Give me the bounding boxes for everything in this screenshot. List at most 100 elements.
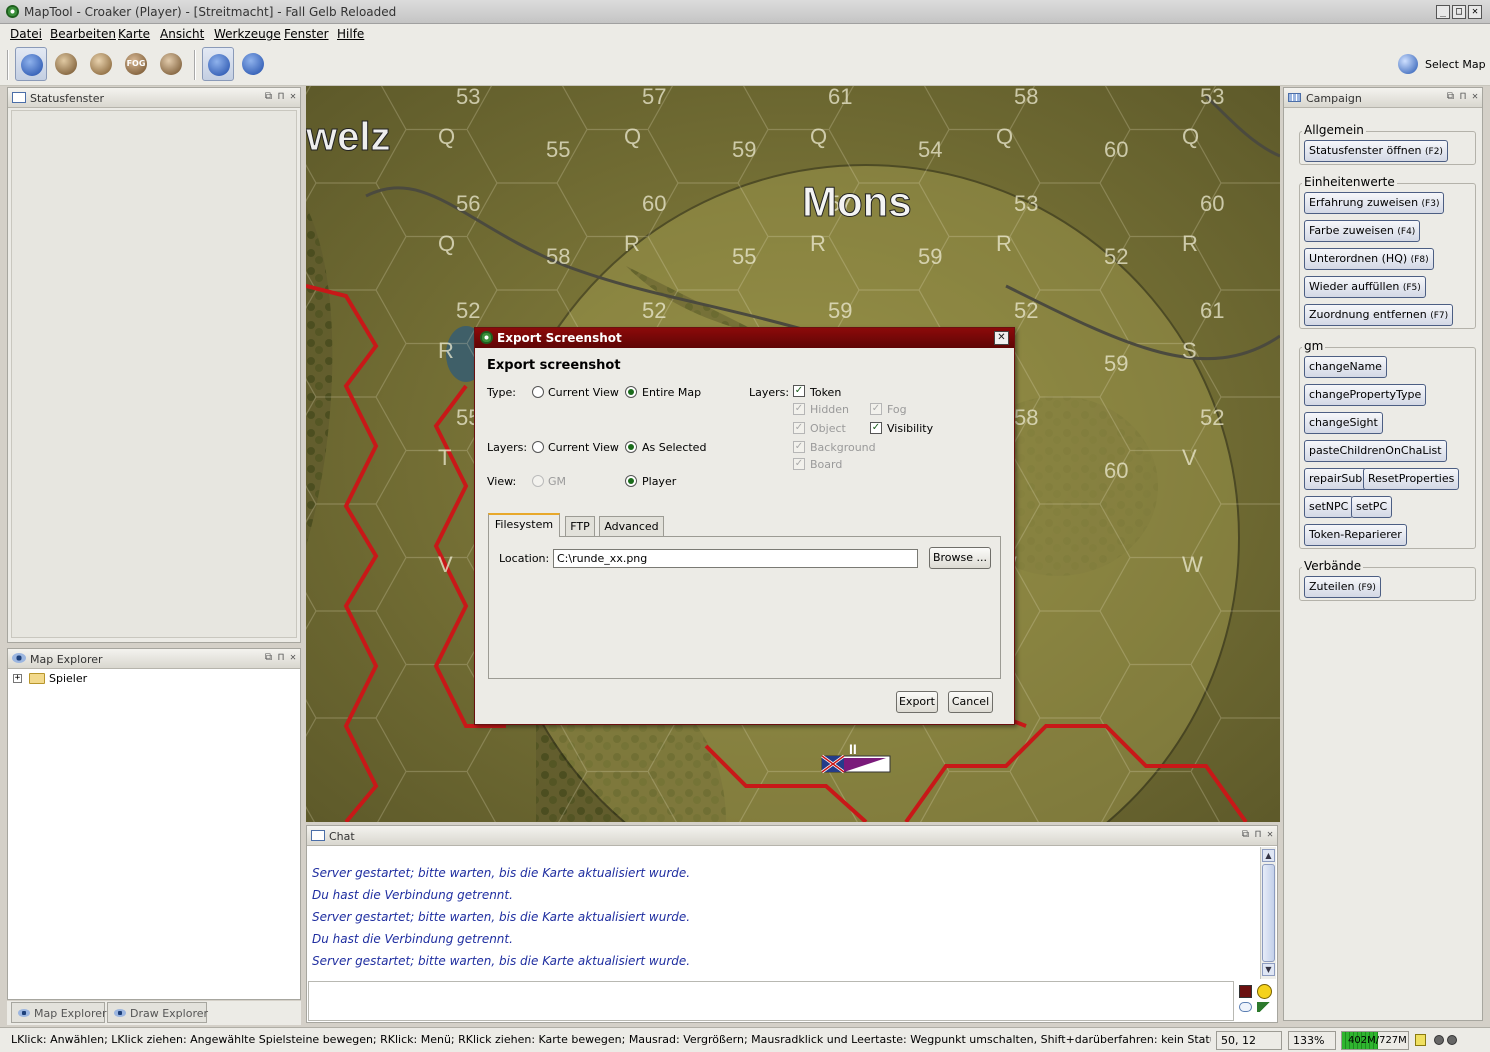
scroll-up-icon[interactable]: ▲ bbox=[1262, 849, 1275, 862]
macro-farbe-zuweisen[interactable]: Farbe zuweisen (F4) bbox=[1304, 220, 1421, 242]
select-map-button[interactable]: Select Map bbox=[1425, 58, 1486, 71]
layer-token-checkbox[interactable]: ✓ bbox=[793, 385, 805, 397]
macro-zuteilen[interactable]: Zuteilen (F9) bbox=[1304, 576, 1381, 598]
scroll-thumb[interactable] bbox=[1262, 864, 1275, 962]
layers-as-selected-radio[interactable] bbox=[625, 441, 637, 453]
macro-wieder-auffuellen[interactable]: Wieder auffüllen (F5) bbox=[1304, 276, 1426, 298]
type-entire-map-radio[interactable] bbox=[625, 386, 637, 398]
expand-icon[interactable]: + bbox=[13, 674, 22, 683]
tab-advanced[interactable]: Advanced bbox=[599, 516, 664, 536]
cancel-button[interactable]: Cancel bbox=[948, 691, 993, 713]
pin-icon[interactable]: ⊓ bbox=[1460, 91, 1466, 102]
smiley-icon[interactable] bbox=[1257, 984, 1272, 999]
macro-repairsub[interactable]: repairSub bbox=[1304, 468, 1368, 490]
export-button[interactable]: Export bbox=[896, 691, 938, 713]
menu-werkzeuge[interactable]: Werkzeuge bbox=[214, 27, 281, 41]
speech-bubble-icon[interactable] bbox=[1239, 1002, 1252, 1012]
maximize-button[interactable]: □ bbox=[1452, 5, 1466, 19]
float-icon[interactable]: ⧉ bbox=[1447, 91, 1454, 102]
chat-title: Chat bbox=[329, 830, 355, 843]
dialog-close-button[interactable]: ✕ bbox=[994, 331, 1009, 345]
type-current-view-radio[interactable] bbox=[532, 386, 544, 398]
browse-button[interactable]: Browse ... bbox=[929, 547, 991, 569]
tab-ftp[interactable]: FTP bbox=[565, 516, 595, 536]
svg-text:II: II bbox=[849, 741, 857, 757]
menu-bearbeiten[interactable]: Bearbeiten bbox=[50, 27, 116, 41]
close-window-button[interactable]: ✕ bbox=[1468, 5, 1482, 19]
statusfenster-title: Statusfenster bbox=[30, 92, 104, 105]
pin-icon[interactable]: ⊓ bbox=[278, 91, 284, 102]
flag-icon[interactable] bbox=[1257, 1002, 1270, 1012]
macro-token-reparierer[interactable]: Token-Reparierer bbox=[1304, 524, 1407, 546]
layers-current-view-label[interactable]: Current View bbox=[548, 441, 619, 454]
text-color-icon[interactable] bbox=[1239, 985, 1252, 998]
close-panel-icon[interactable]: ✕ bbox=[290, 91, 296, 102]
float-icon[interactable]: ⧉ bbox=[265, 91, 272, 102]
view-player-label[interactable]: Player bbox=[642, 475, 676, 488]
layers-current-view-radio[interactable] bbox=[532, 441, 544, 453]
layers-as-selected-label[interactable]: As Selected bbox=[642, 441, 706, 454]
layer-visibility-label[interactable]: Visibility bbox=[887, 422, 933, 435]
macro-zuordnung-entfernen[interactable]: Zuordnung entfernen (F7) bbox=[1304, 304, 1454, 326]
memory-meter[interactable]: 402M/727M bbox=[1341, 1031, 1409, 1050]
macro-changepropertytype[interactable]: changePropertyType bbox=[1304, 384, 1427, 406]
globe-icon[interactable] bbox=[1398, 54, 1418, 74]
macro-setpc[interactable]: setPC bbox=[1351, 496, 1393, 518]
float-icon[interactable]: ⧉ bbox=[265, 652, 272, 663]
menu-ansicht[interactable]: Ansicht bbox=[160, 27, 204, 41]
maptool-app-icon bbox=[6, 5, 19, 18]
layer-visibility-checkbox[interactable]: ✓ bbox=[870, 422, 882, 434]
macro-changename[interactable]: changeName bbox=[1304, 356, 1387, 378]
chat-scrollbar[interactable]: ▲ ▼ bbox=[1260, 847, 1276, 979]
float-icon[interactable]: ⧉ bbox=[1242, 829, 1249, 840]
tab-panel: Location: C:\runde_xx.png Browse ... bbox=[488, 536, 1001, 679]
measure-mode-button[interactable] bbox=[237, 47, 269, 81]
tab-draw-explorer[interactable]: Draw Explorer bbox=[107, 1002, 208, 1023]
macro-erfahrung-zuweisen[interactable]: Erfahrung zuweisen (F3) bbox=[1304, 192, 1445, 214]
folder-icon bbox=[29, 673, 45, 684]
pin-icon[interactable]: ⊓ bbox=[1255, 829, 1261, 840]
template-tool-icon bbox=[90, 53, 112, 75]
draw-tool-button[interactable] bbox=[50, 47, 82, 81]
pointer-tool-icon bbox=[21, 54, 43, 76]
type-entire-map-label[interactable]: Entire Map bbox=[642, 386, 701, 399]
chat-message: Server gestartet; bitte warten, bis die … bbox=[312, 910, 691, 924]
hex-letter: Q bbox=[810, 124, 827, 149]
macro-resetproperties[interactable]: ResetProperties bbox=[1363, 468, 1460, 490]
close-panel-icon[interactable]: ✕ bbox=[1267, 829, 1273, 840]
minimize-button[interactable]: _ bbox=[1436, 5, 1450, 19]
macro-unterordnen-hq[interactable]: Unterordnen (HQ) (F8) bbox=[1304, 248, 1434, 270]
view-player-radio[interactable] bbox=[625, 475, 637, 487]
tab-filesystem[interactable]: Filesystem bbox=[488, 513, 560, 537]
location-input[interactable]: C:\runde_xx.png bbox=[553, 549, 918, 568]
macro-label: Zuordnung entfernen bbox=[1309, 308, 1427, 321]
macro-setnpc[interactable]: setNPC bbox=[1304, 496, 1354, 518]
macro-changesight[interactable]: changeSight bbox=[1304, 412, 1383, 434]
tab-map-explorer[interactable]: Map Explorer bbox=[11, 1002, 107, 1023]
menu-karte[interactable]: Karte bbox=[118, 27, 150, 41]
menu-datei[interactable]: Datei bbox=[10, 27, 42, 41]
tree-node-spieler[interactable]: Spieler bbox=[49, 672, 87, 685]
hex-letter: R bbox=[810, 231, 826, 256]
fog-tool-button[interactable]: FOG bbox=[120, 47, 152, 81]
layer-token-label[interactable]: Token bbox=[810, 386, 841, 399]
macro-pastechildrenonchalist[interactable]: pasteChildrenOnChaList bbox=[1304, 440, 1447, 462]
macro-statusfenster-oeffnen[interactable]: Statusfenster öffnen (F2) bbox=[1304, 140, 1448, 162]
hex-number: 61 bbox=[828, 86, 852, 109]
hex-number: 61 bbox=[1200, 298, 1224, 323]
pointer-mode-button[interactable] bbox=[202, 47, 234, 81]
scroll-down-icon[interactable]: ▼ bbox=[1262, 963, 1275, 976]
type-current-view-label[interactable]: Current View bbox=[548, 386, 619, 399]
menu-fenster[interactable]: Fenster bbox=[284, 27, 329, 41]
close-panel-icon[interactable]: ✕ bbox=[1472, 91, 1478, 102]
close-panel-icon[interactable]: ✕ bbox=[290, 652, 296, 663]
pointer-tool-button[interactable] bbox=[15, 47, 47, 81]
menu-hilfe[interactable]: Hilfe bbox=[337, 27, 364, 41]
template-tool-button[interactable] bbox=[85, 47, 117, 81]
chat-message: Du hast die Verbindung getrennt. bbox=[312, 888, 513, 902]
macro-label: Farbe zuweisen bbox=[1309, 224, 1394, 237]
vision-tool-button[interactable] bbox=[155, 47, 187, 81]
notes-icon[interactable] bbox=[1415, 1034, 1426, 1046]
chat-input[interactable] bbox=[308, 981, 1234, 1021]
pin-icon[interactable]: ⊓ bbox=[278, 652, 284, 663]
